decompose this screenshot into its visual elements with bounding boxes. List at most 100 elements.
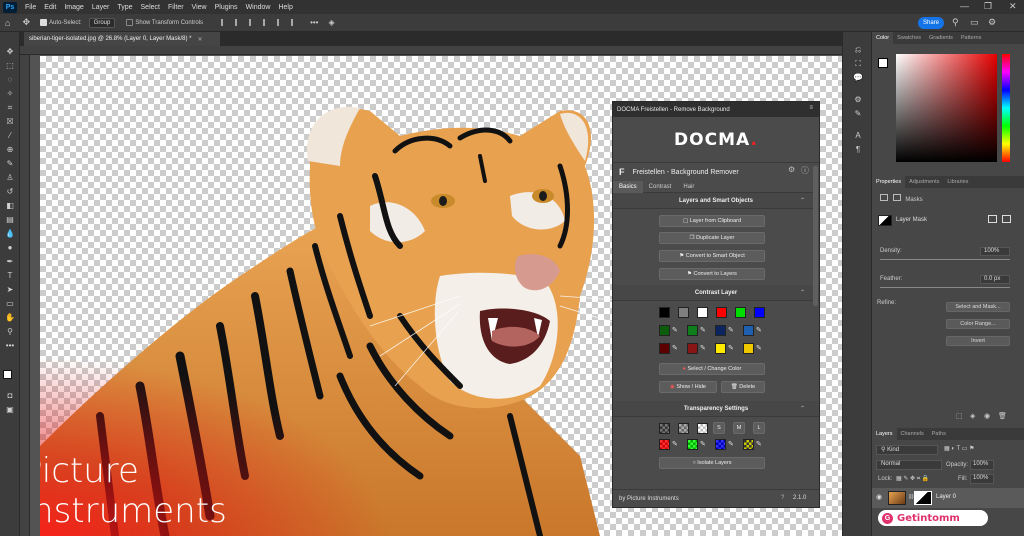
more-options-icon[interactable]: ••• (310, 18, 318, 27)
checker-light-button[interactable] (697, 423, 708, 434)
maximize-icon[interactable]: ❐ (984, 1, 992, 12)
duplicate-layer-button[interactable]: ❐ Duplicate Layer (659, 232, 765, 244)
collapse-icon[interactable]: ⌃ (800, 197, 805, 204)
swatch-green[interactable] (735, 307, 746, 318)
3d-mode-icon[interactable]: ◈ (328, 18, 334, 27)
foreground-color-chip[interactable] (878, 58, 888, 68)
foreground-color-swatch[interactable] (3, 370, 12, 379)
shape-tool-icon[interactable]: ▭ (4, 298, 16, 309)
history-icon[interactable]: ⎌ (852, 44, 864, 55)
swatch-mid-green[interactable] (687, 325, 698, 336)
section-layers-header[interactable]: Layers and Smart Objects ⌃ (613, 193, 819, 209)
tab-basics[interactable]: Basics (613, 180, 643, 193)
swatch-blue[interactable] (754, 307, 765, 318)
menu-window[interactable]: Window (242, 4, 275, 11)
swatch-yellow[interactable] (715, 343, 726, 354)
menu-filter[interactable]: Filter (164, 4, 188, 11)
tab-libraries[interactable]: Libraries (943, 179, 972, 185)
marquee-tool-icon[interactable]: ⬚ (4, 60, 16, 71)
healing-brush-icon[interactable]: ⊕ (4, 144, 16, 155)
magic-wand-icon[interactable]: ✧ (4, 88, 16, 99)
eyedropper-icon[interactable]: ⁄ (4, 130, 16, 141)
layer-from-clipboard-button[interactable]: ▢ Layer from Clipboard (659, 215, 765, 227)
tab-hair[interactable]: Hair (677, 181, 700, 193)
share-button[interactable]: Share (918, 17, 944, 29)
size-s-button[interactable]: S (713, 422, 725, 434)
eyedropper-icon[interactable]: ✎ (700, 326, 707, 335)
tab-channels[interactable]: Channels (897, 431, 928, 437)
layer-mask-thumbnail[interactable] (878, 215, 892, 226)
eyedropper-icon[interactable]: ✎ (700, 440, 707, 449)
crop-tool-icon[interactable]: ⌗ (4, 102, 16, 113)
menu-file[interactable]: File (21, 4, 40, 11)
opacity-input[interactable]: 100% (970, 460, 994, 470)
apply-mask-icon[interactable]: ◈ (970, 412, 975, 420)
menu-image[interactable]: Image (60, 4, 87, 11)
glyphs-icon[interactable]: ✎ (852, 108, 864, 119)
menu-edit[interactable]: Edit (40, 4, 60, 11)
isolate-layers-button[interactable]: ○ Isolate Layers (659, 457, 765, 469)
blur-tool-icon[interactable]: 💧 (4, 228, 16, 239)
eye-icon[interactable]: ◉ (876, 493, 882, 501)
swatch-white[interactable] (697, 307, 708, 318)
filter-kind-dropdown[interactable]: ⚲ Kind (876, 445, 938, 455)
auto-select-checkbox[interactable]: Auto-Select: (39, 18, 82, 26)
gradient-tool-icon[interactable]: ▤ (4, 214, 16, 225)
eyedropper-icon[interactable]: ✎ (728, 344, 735, 353)
pen-tool-icon[interactable]: ✒ (4, 256, 16, 267)
clone-stamp-icon[interactable]: ♙ (4, 172, 16, 183)
feather-slider[interactable] (880, 287, 1010, 288)
move-tool-icon[interactable]: ✥ (4, 46, 16, 57)
select-change-color-button[interactable]: ● Select / Change Color (659, 363, 765, 375)
swatch-maroon[interactable] (687, 343, 698, 354)
collapse-icon[interactable]: ⌃ (800, 405, 805, 412)
align-top-icon[interactable] (263, 19, 271, 26)
show-hide-button[interactable]: ◉ Show / Hide (659, 381, 717, 393)
close-icon[interactable]: ✕ (1009, 1, 1017, 12)
invert-button[interactable]: Invert (946, 336, 1010, 346)
density-input[interactable]: 100% (980, 247, 1010, 256)
fill-input[interactable]: 100% (970, 474, 994, 484)
help-icon[interactable]: ? (781, 495, 784, 501)
collapse-icon[interactable]: ⌃ (800, 289, 805, 296)
menu-type[interactable]: Type (113, 4, 136, 11)
swatch-red[interactable] (716, 307, 727, 318)
swatch-black[interactable] (659, 307, 670, 318)
align-right-icon[interactable] (249, 19, 257, 26)
menu-layer[interactable]: Layer (88, 4, 114, 11)
lasso-tool-icon[interactable]: ◌ (4, 74, 16, 85)
adjust-icon[interactable]: ⚙ (852, 94, 864, 105)
pixel-mask-icon[interactable] (880, 194, 888, 201)
tab-adjustments[interactable]: Adjustments (905, 179, 943, 185)
size-m-button[interactable]: M (733, 422, 745, 434)
tab-gradients[interactable]: Gradients (925, 35, 957, 41)
zoom-tool-icon[interactable]: ⚲ (4, 326, 16, 337)
character-icon[interactable]: A (852, 130, 864, 141)
menu-plugins[interactable]: Plugins (211, 4, 242, 11)
eyedropper-icon[interactable]: ✎ (756, 326, 763, 335)
menu-select[interactable]: Select (137, 4, 164, 11)
settings-icon[interactable]: ⚙ (788, 165, 795, 174)
swatch-dark-green[interactable] (659, 325, 670, 336)
size-l-button[interactable]: L (753, 422, 765, 434)
tab-color[interactable]: Color (872, 32, 894, 44)
swatch-navy[interactable] (715, 325, 726, 336)
brush-tool-icon[interactable]: ✎ (4, 158, 16, 169)
minimize-icon[interactable]: — (960, 1, 969, 11)
eyedropper-icon[interactable]: ✎ (672, 344, 679, 353)
eyedropper-icon[interactable]: ✎ (728, 440, 735, 449)
close-tab-icon[interactable]: ✕ (198, 36, 203, 43)
menu-view[interactable]: View (188, 4, 211, 11)
checker-dark-button[interactable] (659, 423, 670, 434)
checker-red-button[interactable] (659, 439, 670, 450)
hue-slider[interactable] (1002, 54, 1010, 162)
checker-blue-button[interactable] (715, 439, 726, 450)
vector-mask-icon[interactable] (892, 194, 901, 201)
lock-icons[interactable]: ▦ ✎ ✥ ⌗ 🔒 (896, 475, 929, 483)
panel-menu-icon[interactable]: ≡ (809, 105, 813, 111)
screen-mode-icon[interactable]: ▣ (4, 404, 16, 415)
hand-tool-icon[interactable]: ✋ (4, 312, 16, 323)
convert-smart-object-button[interactable]: ⚑ Convert to Smart Object (659, 250, 765, 262)
tab-properties[interactable]: Properties (872, 176, 906, 188)
filter-icons[interactable]: ▦ ◐ T ▭ ⚑ (944, 445, 974, 452)
